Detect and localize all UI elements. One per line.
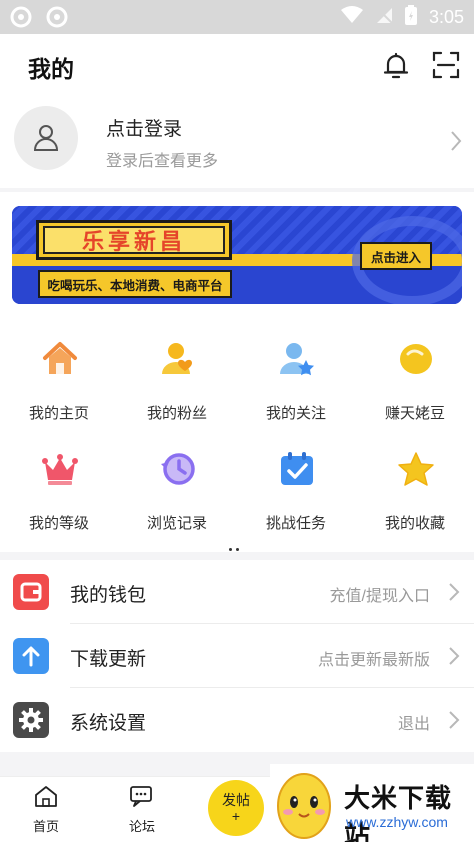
post-button[interactable]: 发帖 + — [208, 780, 264, 836]
grid-item-favorites[interactable]: 我的收藏 — [356, 442, 474, 538]
signal-icon — [375, 6, 393, 29]
promo-banner[interactable]: 乐享新昌 吃喝玩乐、本地消费、电商平台 点击进入 — [12, 206, 462, 304]
banner-subtitle-box: 吃喝玩乐、本地消费、电商平台 — [38, 270, 232, 298]
history-icon — [159, 450, 197, 488]
list-item-wallet[interactable]: 我的钱包 充值/提现入口 — [0, 560, 474, 624]
settings-list: 我的钱包 充值/提现入口 下载更新 点击更新最新版 系统设置 退出 — [0, 560, 474, 752]
follow-icon — [278, 340, 316, 378]
notification-icon — [46, 6, 68, 33]
grid-item-challenge[interactable]: 挑战任务 — [237, 442, 355, 538]
nav-home-label: 首页 — [32, 819, 59, 834]
banner-subtitle: 吃喝玩乐、本地消费、电商平台 — [47, 278, 223, 293]
plus-icon: + — [231, 808, 241, 824]
login-card[interactable]: 点击登录 登录后查看更多 — [0, 96, 474, 188]
nav-forum-label: 论坛 — [128, 819, 155, 834]
grid-item-label: 浏览记录 — [146, 515, 207, 532]
list-item-value: 充值/提现入口 — [329, 588, 430, 605]
post-label: 发帖 — [222, 792, 250, 808]
task-icon — [278, 450, 316, 488]
grid-item-label: 我的等级 — [28, 515, 89, 532]
list-item-label: 下载更新 — [70, 649, 147, 670]
crown-icon — [41, 450, 79, 488]
chevron-right-icon — [448, 582, 460, 607]
home-icon — [41, 340, 79, 378]
login-title[interactable]: 点击登录 — [106, 114, 182, 141]
banner-enter-button[interactable]: 点击进入 — [360, 242, 432, 270]
grid-item-label: 我的主页 — [28, 405, 89, 422]
avatar[interactable] — [14, 106, 78, 170]
list-item-settings[interactable]: 系统设置 退出 — [0, 688, 474, 752]
bean-icon — [397, 340, 435, 378]
battery-icon — [404, 5, 417, 30]
features-card: 乐享新昌 吃喝玩乐、本地消费、电商平台 点击进入 我的主页 我的粉丝 我的关注 … — [0, 192, 474, 552]
banner-title-box: 乐享新昌 — [36, 220, 232, 260]
chevron-right-icon — [448, 646, 460, 671]
grid-item-homepage[interactable]: 我的主页 — [0, 332, 118, 428]
status-time: 3:05 — [428, 7, 464, 27]
grid-item-earn-beans[interactable]: 赚天姥豆 — [356, 332, 474, 428]
grid-item-label: 我的收藏 — [384, 515, 445, 532]
grid-item-label: 我的粉丝 — [146, 405, 207, 422]
scan-icon[interactable] — [432, 51, 460, 84]
watermark: 大米下载站 www.zzhyw.com — [270, 764, 474, 842]
chevron-right-icon — [450, 130, 462, 157]
logout-link[interactable]: 退出 — [398, 710, 430, 734]
grid-item-level[interactable]: 我的等级 — [0, 442, 118, 538]
grid-item-history[interactable]: 浏览记录 — [118, 442, 236, 538]
gear-icon — [13, 702, 49, 738]
upload-icon — [13, 638, 49, 674]
grid-item-label: 我的关注 — [265, 405, 326, 422]
grid-item-label: 赚天姥豆 — [384, 405, 445, 422]
egg-mascot-logo — [272, 766, 336, 842]
banner-enter-label: 点击进入 — [370, 250, 421, 265]
login-subtitle: 登录后查看更多 — [106, 153, 219, 170]
page-title: 我的 — [28, 56, 74, 82]
status-bar: 3:05 — [0, 0, 474, 34]
list-item-label: 我的钱包 — [70, 585, 147, 606]
grid-item-fans[interactable]: 我的粉丝 — [118, 332, 236, 428]
list-item-update[interactable]: 下载更新 点击更新最新版 — [0, 624, 474, 688]
wallet-icon — [13, 574, 49, 610]
grid-item-label: 挑战任务 — [265, 515, 326, 532]
notification-icon — [10, 6, 32, 33]
star-icon — [397, 450, 435, 488]
nav-forum[interactable]: 论坛 — [112, 785, 172, 835]
banner-title: 乐享新昌 — [81, 229, 186, 254]
bell-icon[interactable] — [383, 52, 409, 85]
page-indicator — [229, 538, 245, 551]
home-outline-icon — [34, 786, 58, 811]
wifi-icon — [340, 6, 363, 29]
grid-item-following[interactable]: 我的关注 — [237, 332, 355, 428]
watermark-url: www.zzhyw.com — [346, 814, 448, 830]
chat-icon — [129, 786, 155, 811]
list-item-value: 点击更新最新版 — [317, 652, 430, 669]
page: 3:05 我的 点击登录 登录后查看更多 乐享新昌 吃喝玩乐、本地消费、电商平台… — [0, 0, 474, 842]
list-item-label: 系统设置 — [70, 713, 147, 734]
page-header: 我的 — [0, 34, 474, 96]
fans-icon — [159, 340, 197, 378]
chevron-right-icon — [448, 710, 460, 735]
watermark-title: 大米下载站 — [344, 783, 453, 842]
nav-home[interactable]: 首页 — [16, 785, 76, 835]
